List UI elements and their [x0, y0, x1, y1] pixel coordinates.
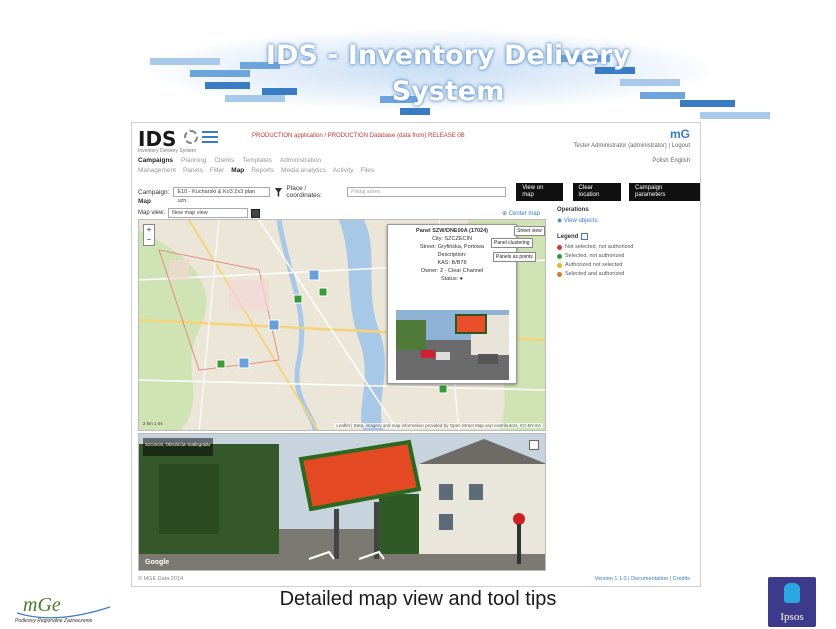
- orange-dot-icon: [557, 271, 562, 277]
- slide-caption: Detailed map view and tool tips: [279, 588, 557, 610]
- google-logo: Google: [145, 559, 170, 566]
- banner-stripe: [400, 108, 430, 115]
- nav-campaigns[interactable]: Campaigns: [138, 157, 173, 164]
- clear-location-button[interactable]: Clear location: [572, 183, 621, 201]
- operations-title: Operations: [557, 207, 589, 213]
- title-banner: IDS - Inventory Delivery System: [0, 0, 836, 120]
- campaign-row: Campaign: E10 - Kucharski & Ko3 2x3 plan…: [138, 183, 700, 204]
- user-info[interactable]: Tester Administrator (administrator) | L…: [573, 143, 690, 149]
- popup-line: Owner: 2 - Clear Channel: [420, 268, 484, 274]
- place-label: Place / coordinates:: [286, 185, 322, 199]
- nav-management[interactable]: Management: [138, 167, 176, 174]
- map-section-label: Map: [138, 198, 151, 205]
- filter-icon[interactable]: [274, 187, 283, 197]
- nav-panels[interactable]: Panels: [183, 167, 203, 174]
- panels-as-points-button[interactable]: Panels as points: [493, 252, 536, 262]
- legend-title: Legend: [557, 233, 579, 240]
- street-view-address: Szczecin, Obrońców Stalingradu: [145, 442, 211, 447]
- map-view-row: Map view: New map view: [138, 208, 261, 218]
- mge-subtitle: Podkrovy Regionalne Zaznaczenie: [15, 618, 93, 624]
- ipsos-logo: Ipsos: [768, 577, 816, 627]
- map-view-label: Map view:: [138, 210, 166, 216]
- ipsos-mark-icon: [784, 583, 800, 603]
- secondary-nav: Management Panels Filter Map Reports Med…: [138, 167, 374, 174]
- gear-icon: [184, 130, 198, 144]
- nav-activity[interactable]: Activity: [333, 167, 354, 174]
- app-screenshot: IDS Inventory Delivery System PRODUCTION…: [131, 122, 701, 587]
- banner-stripe: [700, 112, 770, 119]
- nav-clients[interactable]: Clients: [214, 157, 234, 164]
- map-view-select[interactable]: New map view: [168, 208, 249, 218]
- operations-panel: Operations ◉ View objects Legend Not sel…: [557, 207, 634, 280]
- legend-item: Selected and authorized: [557, 271, 634, 277]
- copyright: © MGE Data 2014: [138, 576, 184, 582]
- popup-line: Status: ●: [441, 276, 463, 282]
- legend-item: Not selected, not authorized: [557, 244, 634, 250]
- nav-filter[interactable]: Filter: [210, 167, 224, 174]
- map-attribution: Leaflet | Data, imagery and map informat…: [334, 423, 543, 428]
- nav-templates[interactable]: Templates: [242, 157, 272, 164]
- footer-links[interactable]: Version 1.1.0 | Documentation | Credits: [595, 576, 691, 582]
- logo-subtitle: Inventory Delivery System: [138, 148, 197, 154]
- view-objects-link[interactable]: ◉ View objects: [557, 217, 634, 224]
- panel-popup: Panel SZW/DNE00A (17024) City: SZCZECIN …: [387, 224, 517, 384]
- view-on-map-button[interactable]: View on map: [516, 183, 563, 201]
- logo-lines-icon: [202, 131, 218, 146]
- yellow-dot-icon: [557, 262, 562, 268]
- street-view-button[interactable]: Street view: [514, 226, 545, 236]
- panel-clustering-button[interactable]: Panel clustering: [491, 238, 533, 248]
- ipsos-label: Ipsos: [780, 611, 804, 623]
- legend-label: Selected and authorized: [565, 271, 625, 277]
- red-dot-icon: [557, 244, 562, 250]
- street-view-panel[interactable]: Szczecin, Obrońców Stalingradu Google: [138, 433, 546, 571]
- nav-reports[interactable]: Reports: [251, 167, 274, 174]
- legend-item: Authorized not selected: [557, 262, 634, 268]
- brand-mark: mG: [669, 127, 690, 141]
- popup-title: Panel SZW/DNE00A (17024): [416, 228, 488, 234]
- production-note: PRODUCTION application / PRODUCTION Data…: [252, 133, 465, 139]
- save-icon[interactable]: [251, 208, 261, 218]
- primary-nav: Campaigns Planning Clients Templates Adm…: [138, 157, 321, 164]
- nav-media-analytics[interactable]: Media analytics: [281, 167, 326, 174]
- legend-label: Selected, not authorized: [565, 253, 625, 259]
- green-dot-icon: [557, 253, 562, 259]
- campaign-label: Campaign:: [138, 188, 170, 196]
- nav-files[interactable]: Files: [360, 167, 374, 174]
- legend-label: Authorized not selected: [565, 262, 623, 268]
- fullscreen-icon[interactable]: [529, 440, 539, 450]
- legend-header: Legend: [557, 233, 634, 240]
- zoom-control[interactable]: + −: [143, 224, 155, 246]
- language-switch[interactable]: Polish English: [652, 158, 690, 164]
- slide-title-line1: IDS - Inventory Delivery: [265, 40, 631, 71]
- nav-administration[interactable]: Administration: [280, 157, 321, 164]
- campaign-parameters-button[interactable]: Campaign parameters: [629, 183, 700, 201]
- nav-planning[interactable]: Planning: [181, 157, 206, 164]
- street-view-image: [139, 434, 545, 570]
- panel-photo: [396, 310, 509, 380]
- legend-toggle-icon[interactable]: [581, 233, 589, 240]
- legend-label: Not selected, not authorized: [565, 244, 634, 250]
- slide-title-line2: System: [391, 76, 505, 107]
- map-view[interactable]: + − 2 km 1 mi Leaflet | Data, imagery and…: [138, 219, 546, 431]
- nav-map[interactable]: Map: [231, 167, 244, 174]
- slide: IDS - Inventory Delivery System IDS Inve…: [0, 0, 836, 629]
- map-scale: 2 km 1 mi: [143, 421, 163, 426]
- legend-item: Selected, not authorized: [557, 253, 634, 259]
- center-map-link[interactable]: ⊕ Center map: [502, 210, 540, 217]
- place-input[interactable]: Podaj adres: [347, 187, 507, 197]
- campaign-select[interactable]: E10 - Kucharski & Ko3 2x3 plan uzn.: [173, 187, 271, 204]
